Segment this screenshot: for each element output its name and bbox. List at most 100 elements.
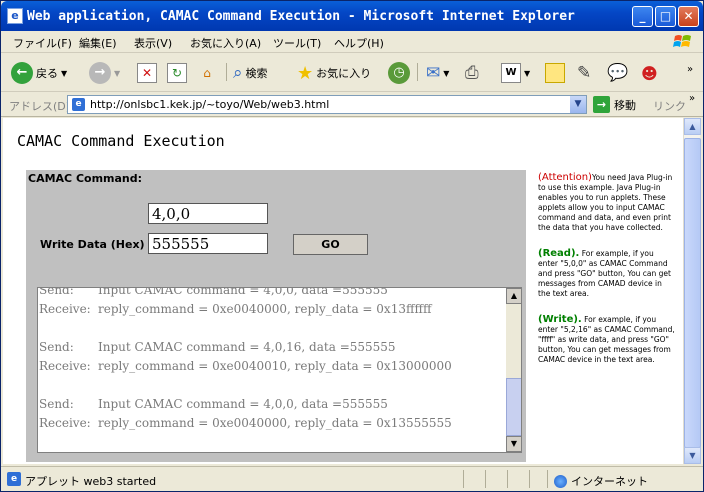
security-zone: インターネット xyxy=(554,473,648,489)
back-dropdown-icon: ▼ xyxy=(61,68,68,78)
close-button[interactable]: ✕ xyxy=(678,6,699,27)
windows-logo-icon xyxy=(673,35,691,47)
go-label: 移動 xyxy=(614,98,636,112)
write-heading: (Write). xyxy=(538,314,582,325)
maximize-button[interactable]: □ xyxy=(655,6,676,27)
note-button[interactable] xyxy=(545,60,565,86)
page-title: CAMAC Command Execution xyxy=(17,132,225,150)
mail-button[interactable]: ✉ ▼ xyxy=(426,60,449,86)
back-arrow-icon: ← xyxy=(11,62,33,84)
refresh-icon: ↻ xyxy=(167,63,187,83)
log-line: Receive: reply_command = 0xe0040000, repl… xyxy=(39,302,432,316)
links-label[interactable]: リンク xyxy=(653,98,686,114)
messenger-character-button[interactable]: ☻ xyxy=(641,60,658,86)
messenger-button[interactable]: 💬 xyxy=(607,60,628,86)
log-text-area[interactable]: Send: Input CAMAC command = 4,0,0, data =… xyxy=(37,287,522,453)
log-lines: Send: Input CAMAC command = 4,0,0, data =… xyxy=(39,287,504,435)
edit-dropdown-icon: ▼ xyxy=(524,68,531,78)
read-heading: (Read). xyxy=(538,248,580,259)
status-separator xyxy=(463,470,464,488)
page-icon: e xyxy=(72,98,85,111)
menu-bar: ファイル(F) 編集(E) 表示(V) お気に入り(A) ツール(T) ヘルプ(… xyxy=(1,31,703,53)
go-button[interactable]: → 移動 xyxy=(593,96,636,113)
log-line: Send: Input CAMAC command = 4,0,0, data =… xyxy=(39,287,388,297)
write-data-label: Write Data (Hex) : xyxy=(40,238,153,251)
menu-edit[interactable]: 編集(E) xyxy=(79,35,117,51)
menu-favorites[interactable]: お気に入り(A) xyxy=(190,35,261,51)
back-label: 戻る xyxy=(36,67,58,80)
favorites-label: お気に入り xyxy=(316,67,372,80)
minimize-button[interactable]: _ xyxy=(632,6,653,27)
toolbar-overflow-button[interactable]: » xyxy=(687,56,693,82)
log-line: Receive: reply_command = 0xe0040010, repl… xyxy=(39,359,452,373)
page-scrollbar[interactable]: ▲ ▼ xyxy=(683,118,701,464)
forward-dropdown-icon: ▼ xyxy=(114,68,121,78)
menu-help[interactable]: ヘルプ(H) xyxy=(334,35,384,51)
log-line: Receive: reply_command = 0xe0040000, repl… xyxy=(39,416,452,430)
page-content: CAMAC Command Execution CAMAC Command: 4… xyxy=(3,118,683,464)
status-separator xyxy=(547,470,548,488)
status-separator xyxy=(529,470,530,488)
go-arrow-icon: → xyxy=(593,96,610,113)
attention-heading: (Attention) xyxy=(538,172,592,183)
title-bar: e Web application, CAMAC Command Executi… xyxy=(1,1,703,31)
address-input[interactable]: e http://onlsbc1.kek.jp/~toyo/Web/web3.h… xyxy=(67,95,587,114)
history-icon: ◷ xyxy=(388,62,410,84)
status-text: アプレット web3 started xyxy=(25,475,157,488)
print-button[interactable]: ⎙ xyxy=(465,60,479,86)
back-button[interactable]: ← 戻る ▼ xyxy=(11,60,67,86)
home-button[interactable]: ⌂ xyxy=(197,60,217,86)
log-line: Send: Input CAMAC command = 4,0,0, data =… xyxy=(39,397,388,411)
log-scrollbar[interactable]: ▲ ▼ xyxy=(506,288,521,452)
stop-icon: ✕ xyxy=(137,63,157,83)
menu-file[interactable]: ファイル(F) xyxy=(13,35,72,51)
refresh-button[interactable]: ↻ xyxy=(167,60,187,86)
write-data-input[interactable]: 555555 xyxy=(148,233,268,254)
links-chevron-icon[interactable]: » xyxy=(689,93,695,104)
scroll-up-icon[interactable]: ▲ xyxy=(506,288,521,304)
ie-app-icon: e xyxy=(7,8,23,24)
page-scroll-thumb[interactable] xyxy=(684,138,701,448)
history-button[interactable]: ◷ xyxy=(388,60,410,86)
camac-command-input[interactable]: 4,0,0 xyxy=(148,203,268,224)
toolbar: ← 戻る ▼ → ▼ ✕ ↻ ⌂ ⌕ 検索 ★ お気に入り ◷ ✉ ▼ ⎙ W … xyxy=(1,54,703,92)
page-scroll-down-icon[interactable]: ▼ xyxy=(684,447,701,464)
chevron-right-icon: » xyxy=(687,63,694,75)
browser-window: e Web application, CAMAC Command Executi… xyxy=(0,0,704,492)
log-scroll-thumb[interactable] xyxy=(506,378,521,436)
toolbar-separator xyxy=(226,63,227,81)
address-url: http://onlsbc1.kek.jp/~toyo/Web/web3.htm… xyxy=(90,98,330,111)
mail-dropdown-icon: ▼ xyxy=(443,68,450,78)
side-notes: (Attention)You need Java Plug-in to use … xyxy=(538,173,676,381)
word-icon: W xyxy=(501,63,521,83)
speech-bubble-icon: 💬 xyxy=(607,63,629,83)
zone-label: インターネット xyxy=(571,475,648,488)
sticky-note-icon xyxy=(545,63,565,83)
mail-icon: ✉ xyxy=(426,63,441,83)
page-scroll-up-icon[interactable]: ▲ xyxy=(684,118,701,135)
favorites-button[interactable]: ★ お気に入り xyxy=(297,60,371,86)
forward-button[interactable]: → ▼ xyxy=(89,60,120,86)
status-separator xyxy=(507,470,508,488)
stop-button[interactable]: ✕ xyxy=(137,60,157,86)
applet-status-icon: e xyxy=(7,472,21,486)
go-command-button[interactable]: GO xyxy=(293,234,368,255)
forward-arrow-icon: → xyxy=(89,62,111,84)
address-bar: アドレス(D) e http://onlsbc1.kek.jp/~toyo/We… xyxy=(1,93,703,117)
toolbar-separator xyxy=(417,63,418,81)
search-button[interactable]: ⌕ 検索 xyxy=(233,60,268,86)
scroll-down-icon[interactable]: ▼ xyxy=(506,436,521,452)
menu-view[interactable]: 表示(V) xyxy=(134,35,172,51)
menu-tools[interactable]: ツール(T) xyxy=(273,35,321,51)
search-label: 検索 xyxy=(245,67,268,80)
attention-note: (Attention)You need Java Plug-in to use … xyxy=(538,173,676,233)
star-icon: ★ xyxy=(297,62,314,84)
edit-button[interactable]: W ▼ xyxy=(501,60,530,86)
java-applet: CAMAC Command: 4,0,0 Write Data (Hex) : … xyxy=(26,170,526,462)
address-dropdown-icon[interactable]: ▼ xyxy=(570,96,586,113)
window-title: Web application, CAMAC Command Execution… xyxy=(27,9,575,24)
research-button[interactable]: ✎ xyxy=(577,60,591,86)
status-separator xyxy=(485,470,486,488)
